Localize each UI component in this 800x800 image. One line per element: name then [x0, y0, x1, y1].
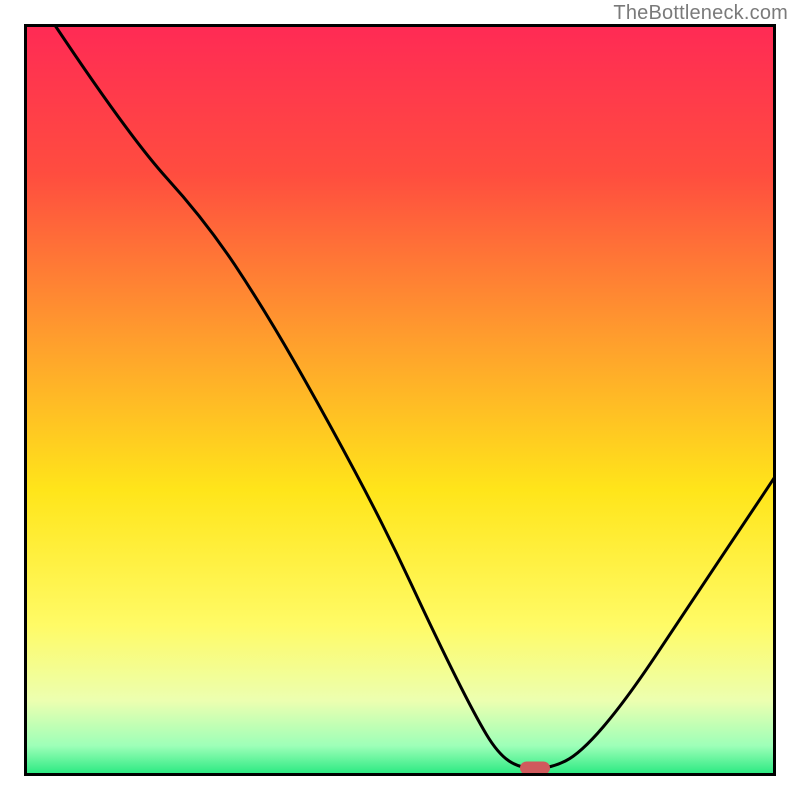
bottleneck-curve — [24, 24, 776, 776]
optimal-marker — [520, 762, 550, 775]
chart-root: TheBottleneck.com — [0, 0, 800, 800]
watermark-text: TheBottleneck.com — [613, 2, 788, 25]
plot-area — [24, 24, 776, 776]
